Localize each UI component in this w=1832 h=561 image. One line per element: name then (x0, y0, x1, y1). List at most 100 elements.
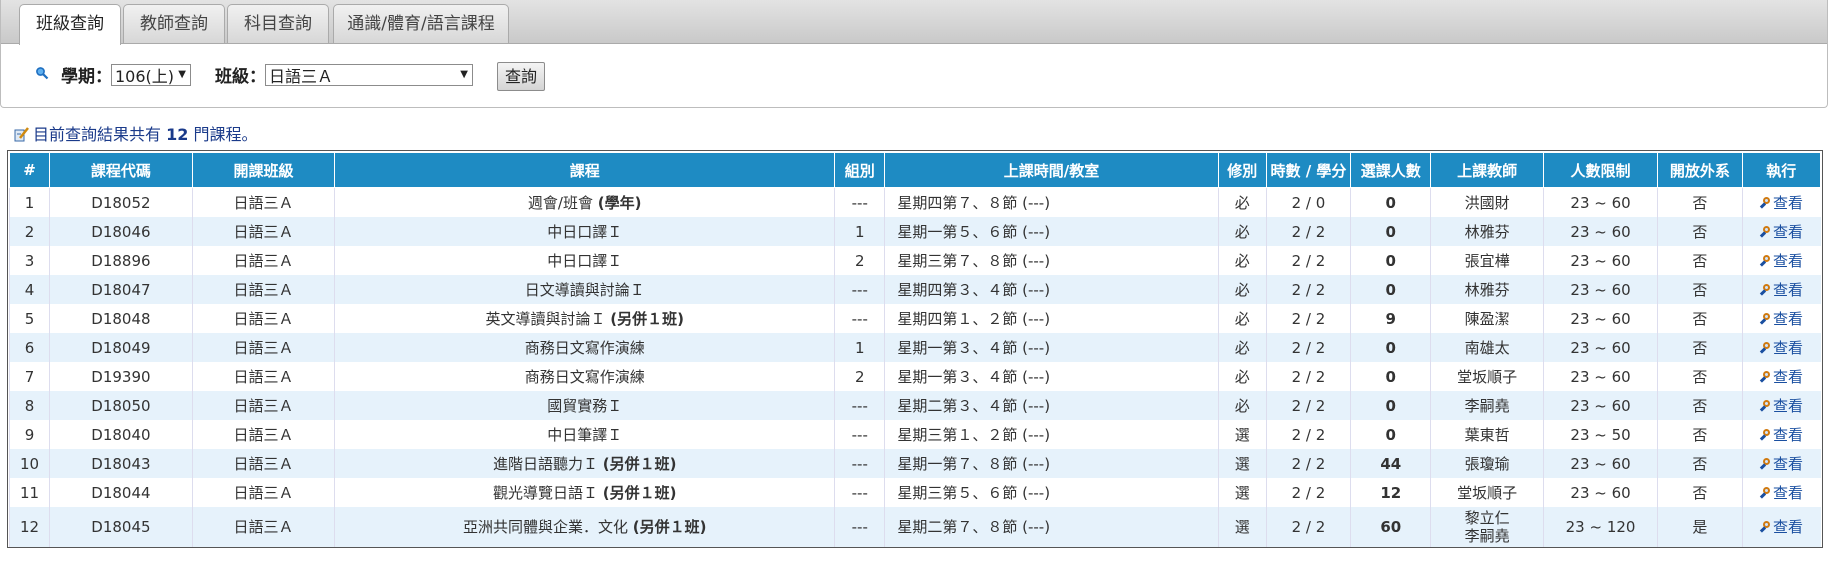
course-type: 必 (1217, 187, 1267, 217)
course-type: 選 (1217, 478, 1267, 507)
tab-general-courses[interactable]: 通識/體育/語言課程 (333, 4, 509, 43)
table-row: 8 D18050 日語三Ａ 國貿實務Ｉ --- 星期二第３、４節 (---) 必 2 / 20… (8, 391, 1821, 420)
row-number: 4 (8, 275, 50, 304)
course-class: 日語三Ａ (191, 507, 335, 547)
course-name-cell: 商務日文寫作演練 (334, 362, 835, 391)
teacher-cell: 張宜樺 (1430, 246, 1544, 275)
row-number: 12 (8, 507, 50, 547)
view-button[interactable]: 查看 (1760, 518, 1803, 536)
view-button[interactable]: 查看 (1760, 455, 1803, 473)
col-header-group: 組別 (834, 152, 886, 188)
col-header-limit: 人數限制 (1542, 152, 1659, 188)
action-cell: 查看 (1741, 449, 1821, 478)
action-cell: 查看 (1741, 333, 1821, 362)
row-number: 7 (8, 362, 50, 391)
view-button[interactable]: 查看 (1760, 484, 1803, 502)
course-group: 2 (834, 362, 885, 391)
magnifier-icon (1760, 342, 1772, 354)
action-cell: 查看 (1741, 275, 1821, 304)
teacher-name: 堂坂順子 (1457, 484, 1518, 502)
course-time: 星期一第７、８節 (---) (884, 449, 1219, 478)
term-select[interactable]: 106(上) ▼ (111, 64, 191, 86)
course-time: 星期四第７、８節 (---) (884, 187, 1219, 217)
query-button[interactable]: 查詢 (497, 62, 545, 91)
enroll-limit: 23 ~ 60 (1542, 478, 1658, 507)
enroll-limit: 23 ~ 60 (1542, 275, 1658, 304)
teacher-cell: 張瓊瑜 (1430, 449, 1544, 478)
action-cell: 查看 (1741, 362, 1821, 391)
course-name: 中日口譯Ｉ (547, 223, 623, 241)
enrolled-count: 0 (1350, 187, 1431, 217)
course-type: 必 (1217, 246, 1267, 275)
teacher-name: 張宜樺 (1464, 252, 1510, 270)
course-name-cell: 亞洲共同體與企業．文化 (另併１班) (334, 507, 835, 547)
teacher-cell: 黎立仁 李嗣堯 (1430, 507, 1544, 547)
view-button[interactable]: 查看 (1760, 397, 1803, 415)
teacher-cell: 葉東哲 (1430, 420, 1544, 449)
tab-class-query[interactable]: 班級查詢 (19, 4, 121, 45)
teacher-cell: 堂坂順子 (1430, 362, 1544, 391)
col-header-open: 開放外系 (1657, 152, 1743, 188)
course-hours: 2 / 2 (1265, 478, 1351, 507)
view-button[interactable]: 查看 (1760, 310, 1803, 328)
course-name-cell: 觀光導覽日語Ｉ (另併１班) (334, 478, 835, 507)
teacher-cell: 陳盈潔 (1430, 304, 1544, 333)
view-button[interactable]: 查看 (1760, 223, 1803, 241)
open-other-dept: 否 (1657, 478, 1743, 507)
open-other-dept: 否 (1657, 362, 1743, 391)
table-row: 2 D18046 日語三Ａ 中日口譯Ｉ 1 星期一第５、６節 (---) 必 2 / 2 0 林雅… (8, 217, 1821, 246)
enrolled-count: 0 (1350, 246, 1431, 275)
course-hours: 2 / 2 (1265, 275, 1351, 304)
class-select[interactable]: 日語三Ａ ▼ (265, 64, 473, 86)
course-type: 必 (1217, 217, 1267, 246)
tab-teacher-query[interactable]: 教師查詢 (123, 4, 225, 43)
course-class: 日語三Ａ (191, 217, 335, 246)
result-suffix: 門課程。 (188, 125, 258, 144)
course-name-cell: 中日口譯Ｉ (334, 246, 835, 275)
view-button[interactable]: 查看 (1760, 194, 1803, 212)
enrolled-count: 0 (1350, 217, 1431, 246)
teacher-name: 陳盈潔 (1464, 310, 1510, 328)
course-time: 星期一第５、６節 (---) (884, 217, 1219, 246)
open-other-dept: 否 (1657, 246, 1743, 275)
magnifier-icon (1760, 313, 1772, 325)
magnifier-icon (1760, 487, 1772, 499)
view-button[interactable]: 查看 (1760, 426, 1803, 444)
open-other-dept: 否 (1657, 187, 1743, 217)
teacher-cell: 堂坂順子 (1430, 478, 1544, 507)
course-code: D18048 (49, 304, 193, 333)
col-header-teacher: 上課教師 (1430, 152, 1544, 188)
open-other-dept: 否 (1657, 449, 1743, 478)
teacher-name: 林雅芬 (1464, 223, 1510, 241)
teacher-cell: 林雅芬 (1430, 217, 1544, 246)
course-hours: 2 / 2 (1265, 362, 1351, 391)
open-other-dept: 是 (1657, 507, 1743, 547)
teacher-cell: 李嗣堯 (1430, 391, 1544, 420)
teacher-cell: 洪國財 (1430, 187, 1544, 217)
col-header-time: 上課時間/教室 (884, 152, 1219, 188)
result-summary: 目前查詢結果共有 12 門課程。 (14, 121, 257, 145)
enrolled-count: 9 (1350, 304, 1431, 333)
view-button[interactable]: 查看 (1760, 339, 1803, 357)
view-button[interactable]: 查看 (1760, 368, 1803, 386)
course-hours: 2 / 2 (1265, 420, 1351, 449)
magnifier-icon (1760, 371, 1772, 383)
course-hours: 2 / 2 (1265, 449, 1351, 478)
course-code: D18047 (49, 275, 193, 304)
magnifier-icon (1760, 284, 1772, 296)
view-label: 查看 (1773, 310, 1804, 328)
term-label: 學期： (61, 67, 112, 87)
result-count: 12 (166, 125, 189, 144)
view-label: 查看 (1773, 484, 1804, 502)
view-button[interactable]: 查看 (1760, 281, 1803, 299)
enrolled-count: 12 (1350, 478, 1431, 507)
course-class: 日語三Ａ (191, 304, 335, 333)
course-hours: 2 / 2 (1265, 391, 1351, 420)
course-type: 必 (1217, 362, 1267, 391)
view-button[interactable]: 查看 (1760, 252, 1803, 270)
course-class: 日語三Ａ (191, 187, 335, 217)
tab-subject-query[interactable]: 科目查詢 (227, 4, 329, 43)
teacher-name: 葉東哲 (1464, 426, 1510, 444)
enroll-limit: 23 ~ 60 (1542, 304, 1658, 333)
action-cell: 查看 (1741, 420, 1821, 449)
